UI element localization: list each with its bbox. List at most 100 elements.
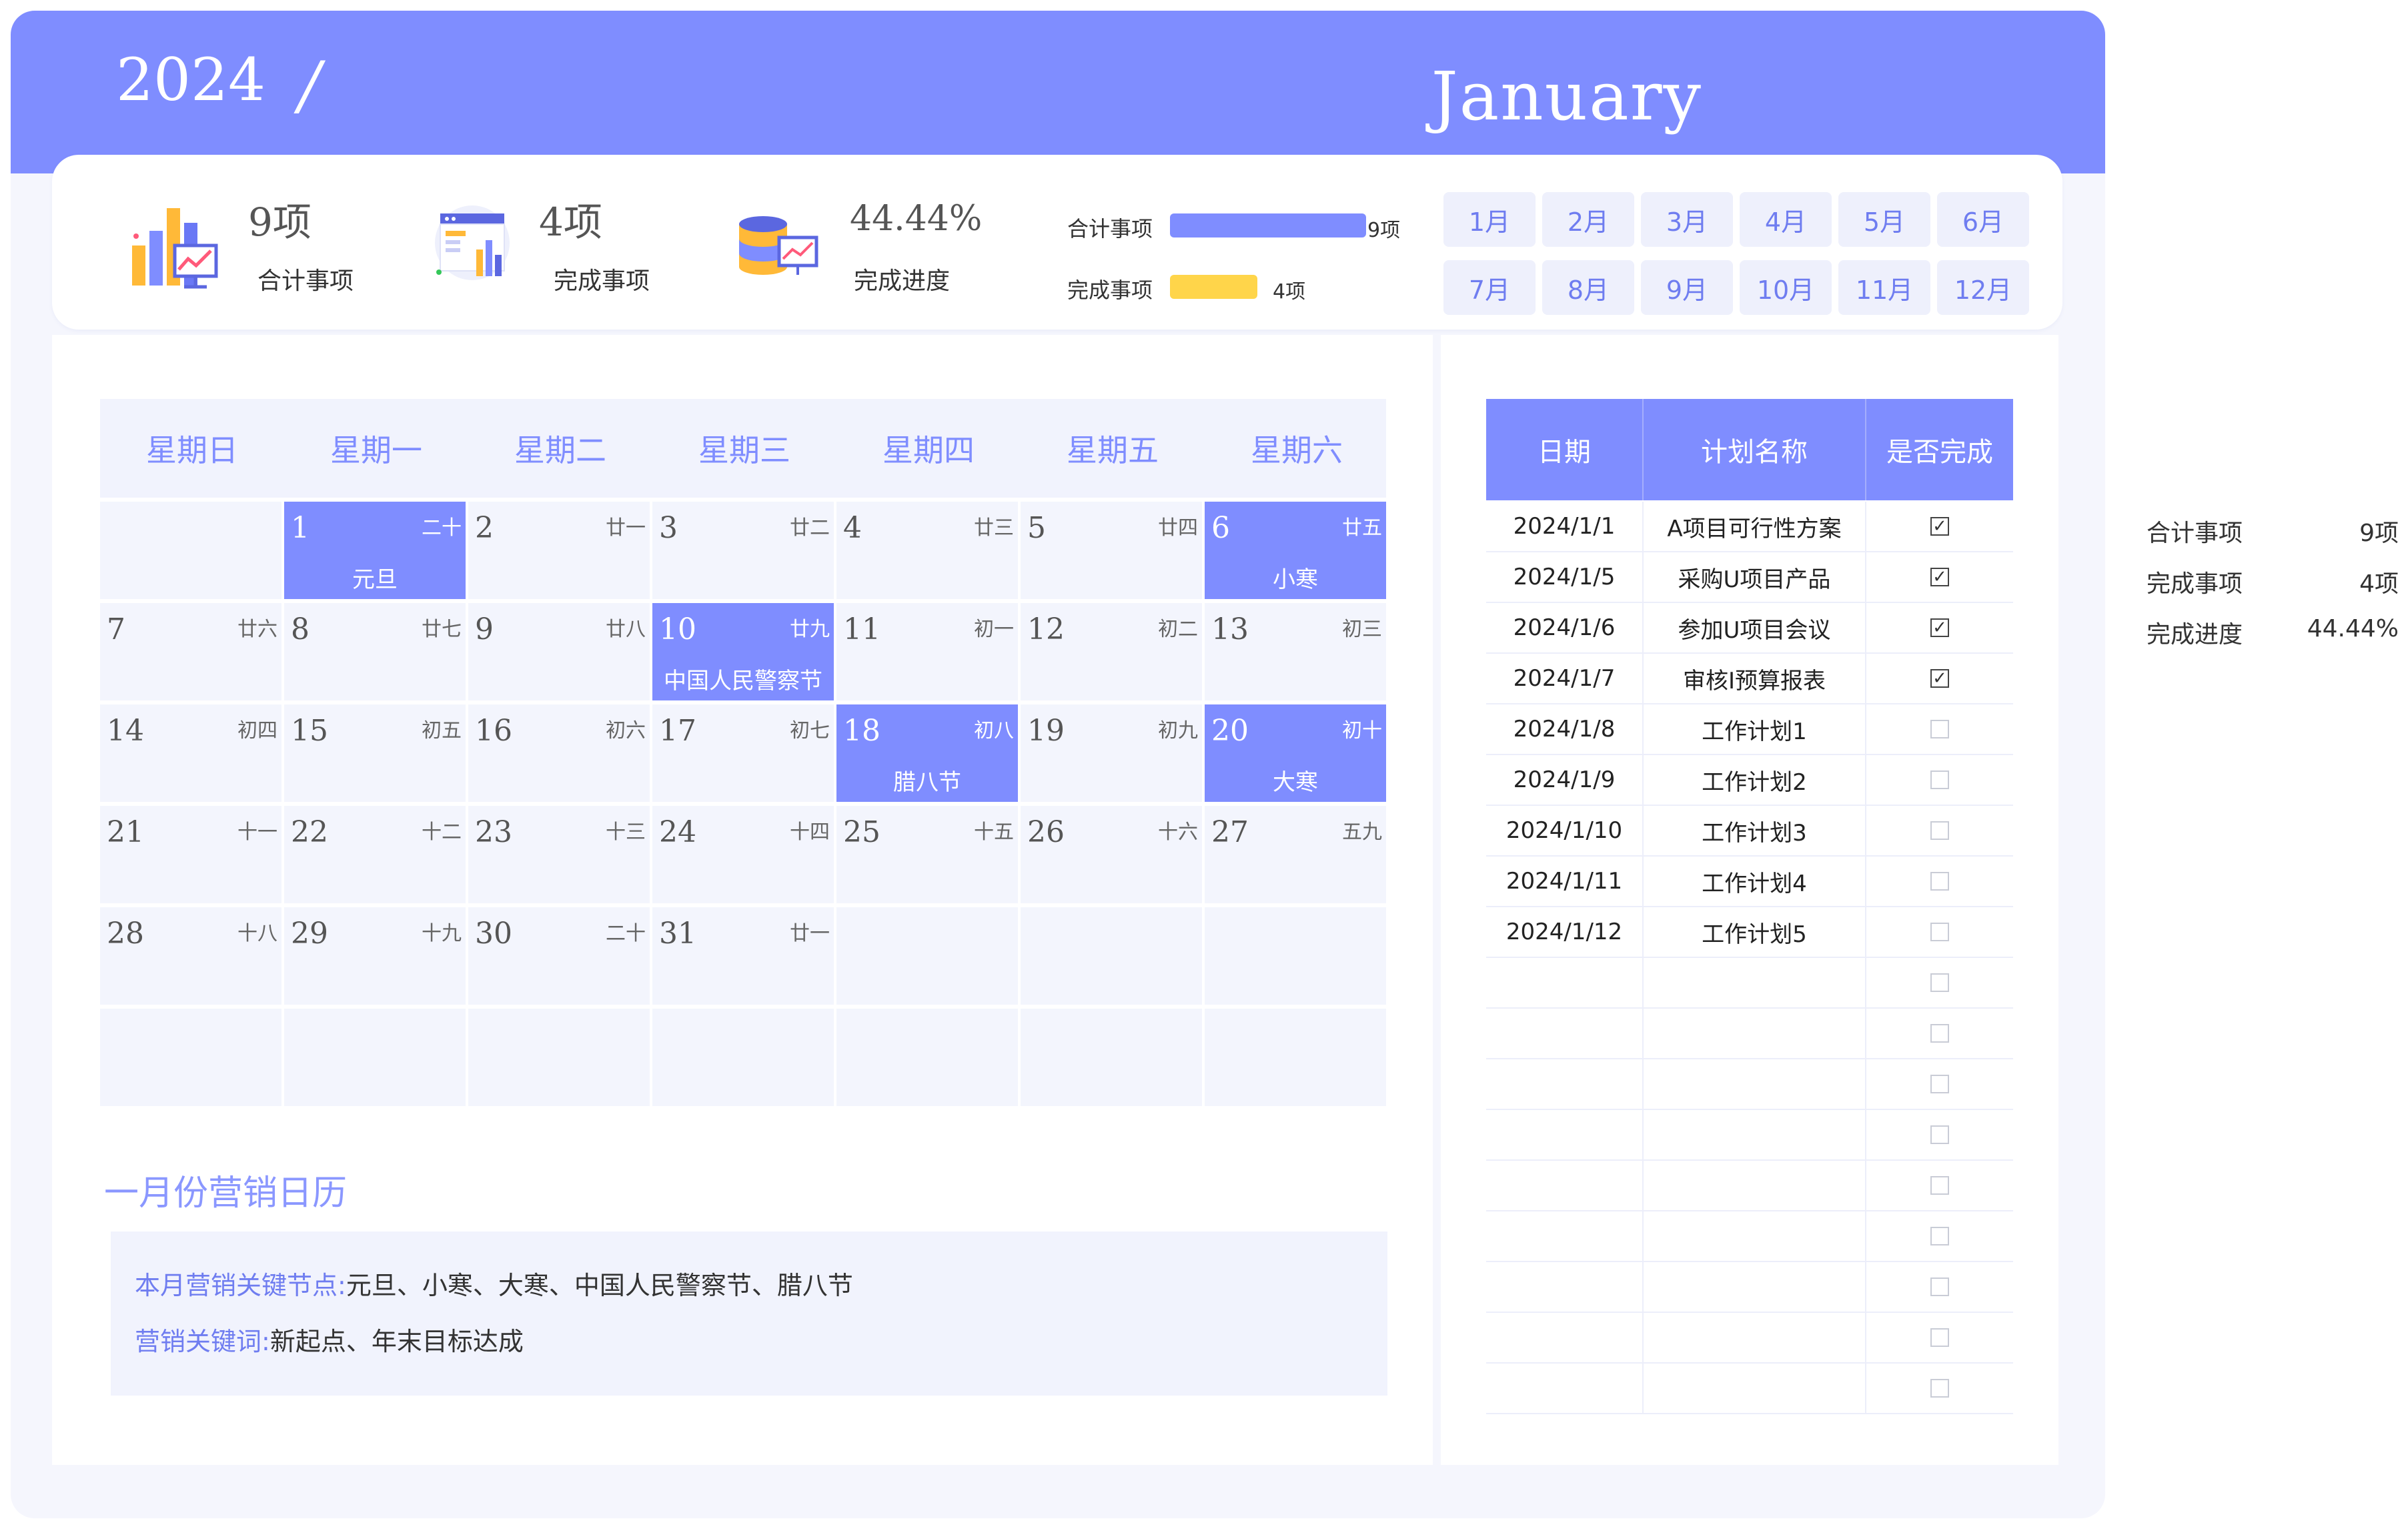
done-checkbox[interactable]: [1930, 872, 1949, 891]
done-checkbox[interactable]: [1930, 720, 1949, 738]
day-cell-23[interactable]: 23 十三: [468, 806, 650, 903]
month-button-11[interactable]: 11月: [1838, 260, 1930, 315]
row-date: [1486, 1364, 1644, 1414]
bar-done-fill: [1170, 275, 1257, 299]
done-checkbox[interactable]: [1930, 1278, 1949, 1296]
lunar-date: 二十: [422, 516, 462, 540]
day-cell-7[interactable]: 7 廿六: [100, 603, 281, 700]
day-cell-30[interactable]: 30 二十: [468, 907, 650, 1005]
day-cell-17[interactable]: 17 初七: [652, 704, 834, 802]
row-done-cell: [1866, 1009, 2013, 1059]
lunar-date: 十九: [422, 922, 462, 945]
month-button-12[interactable]: 12月: [1937, 260, 2029, 315]
day-cell-14[interactable]: 14 初四: [100, 704, 281, 802]
day-cell-21[interactable]: 21 十一: [100, 806, 281, 903]
empty-day-cell: [100, 1009, 281, 1106]
day-cell-18[interactable]: 18 初八 腊八节: [836, 704, 1018, 802]
day-cell-11[interactable]: 11 初一: [836, 603, 1018, 700]
day-cell-13[interactable]: 13 初三: [1205, 603, 1386, 700]
row-date: 2024/1/11: [1486, 857, 1644, 907]
lunar-date: 初一: [974, 618, 1014, 641]
day-cell-4[interactable]: 4 廿三: [836, 502, 1018, 599]
done-checkbox[interactable]: [1930, 1024, 1949, 1043]
festival-label: 中国人民警察节: [664, 668, 822, 694]
festival-label: 元旦: [352, 566, 398, 593]
month-button-7[interactable]: 7月: [1443, 260, 1536, 315]
day-cell-9[interactable]: 9 廿八: [468, 603, 650, 700]
done-checkbox[interactable]: [1930, 1176, 1949, 1195]
row-date: [1486, 1211, 1644, 1262]
row-date: [1486, 1009, 1644, 1059]
key-nodes-value: 元旦、小寒、大寒、中国人民警察节、腊八节: [346, 1271, 853, 1300]
done-checkbox[interactable]: ✓: [1930, 618, 1949, 637]
day-cell-10[interactable]: 10 廿九 中国人民警察节: [652, 603, 834, 700]
month-button-6[interactable]: 6月: [1937, 192, 2029, 247]
done-checkbox[interactable]: ✓: [1930, 568, 1949, 586]
month-button-2[interactable]: 2月: [1542, 192, 1634, 247]
row-plan-name: 采购U项目产品: [1644, 552, 1866, 603]
lunar-date: 二十: [606, 922, 646, 945]
done-checkbox[interactable]: [1930, 923, 1949, 941]
day-number: 14: [107, 714, 144, 748]
header-banner: 2024 / January: [11, 11, 2105, 173]
table-row: [1486, 1364, 2013, 1414]
day-cell-16[interactable]: 16 初六: [468, 704, 650, 802]
done-checkbox[interactable]: [1930, 1328, 1949, 1347]
day-cell-29[interactable]: 29 十九: [284, 907, 466, 1005]
day-cell-8[interactable]: 8 廿七: [284, 603, 466, 700]
stat-progress-value: 44.44%: [850, 199, 983, 239]
day-cell-12[interactable]: 12 初二: [1021, 603, 1202, 700]
table-row: 2024/1/1 A项目可行性方案 ✓: [1486, 502, 2013, 552]
day-cell-31[interactable]: 31 廿一: [652, 907, 834, 1005]
month-button-1[interactable]: 1月: [1443, 192, 1536, 247]
day-cell-25[interactable]: 25 十五: [836, 806, 1018, 903]
day-number: 27: [1211, 815, 1249, 849]
row-done-cell: [1866, 806, 2013, 857]
month-button-10[interactable]: 10月: [1740, 260, 1832, 315]
month-button-4[interactable]: 4月: [1740, 192, 1832, 247]
side-stat-value: 4项: [2359, 570, 2399, 598]
empty-day-cell: [1021, 1009, 1202, 1106]
day-cell-19[interactable]: 19 初九: [1021, 704, 1202, 802]
day-cell-24[interactable]: 24 十四: [652, 806, 834, 903]
day-cell-6[interactable]: 6 廿五 小寒: [1205, 502, 1386, 599]
day-cell-5[interactable]: 5 廿四: [1021, 502, 1202, 599]
table-row: 2024/1/10 工作计划3: [1486, 806, 2013, 857]
month-button-3[interactable]: 3月: [1641, 192, 1733, 247]
done-checkbox[interactable]: [1930, 1075, 1949, 1093]
lunar-date: 廿二: [790, 516, 830, 540]
weekday-label: 星期六: [1251, 432, 1343, 468]
weekday-label: 星期三: [698, 432, 790, 468]
done-checkbox[interactable]: [1930, 1379, 1949, 1398]
day-cell-2[interactable]: 2 廿一: [468, 502, 650, 599]
day-cell-20[interactable]: 20 初十 大寒: [1205, 704, 1386, 802]
day-cell-3[interactable]: 3 廿二: [652, 502, 834, 599]
day-cell-26[interactable]: 26 十六: [1021, 806, 1202, 903]
row-done-cell: [1866, 755, 2013, 806]
table-row: [1486, 1059, 2013, 1110]
day-cell-15[interactable]: 15 初五: [284, 704, 466, 802]
done-checkbox[interactable]: [1930, 973, 1949, 992]
weekday-label: 星期四: [882, 432, 975, 468]
done-checkbox[interactable]: [1930, 771, 1949, 789]
row-plan-name: [1644, 1110, 1866, 1161]
month-button-5[interactable]: 5月: [1838, 192, 1930, 247]
day-cell-28[interactable]: 28 十八: [100, 907, 281, 1005]
row-date: 2024/1/12: [1486, 907, 1644, 958]
lunar-date: 初八: [974, 719, 1014, 742]
month-button-8[interactable]: 8月: [1542, 260, 1634, 315]
done-checkbox[interactable]: [1930, 1125, 1949, 1144]
day-cell-27[interactable]: 27 五九: [1205, 806, 1386, 903]
done-checkbox[interactable]: ✓: [1930, 669, 1949, 688]
lunar-date: 初三: [1342, 618, 1382, 641]
keywords-label: 营销关键词:: [135, 1327, 270, 1356]
day-cell-22[interactable]: 22 十二: [284, 806, 466, 903]
month-button-9[interactable]: 9月: [1641, 260, 1733, 315]
done-checkbox[interactable]: [1930, 1227, 1949, 1245]
done-checkbox[interactable]: [1930, 821, 1949, 840]
empty-day-cell: [652, 1009, 834, 1106]
row-done-cell: [1866, 1364, 2013, 1414]
done-checkbox[interactable]: ✓: [1930, 517, 1949, 536]
day-cell-1[interactable]: 1 二十 元旦: [284, 502, 466, 599]
lunar-date: 十五: [974, 821, 1014, 844]
